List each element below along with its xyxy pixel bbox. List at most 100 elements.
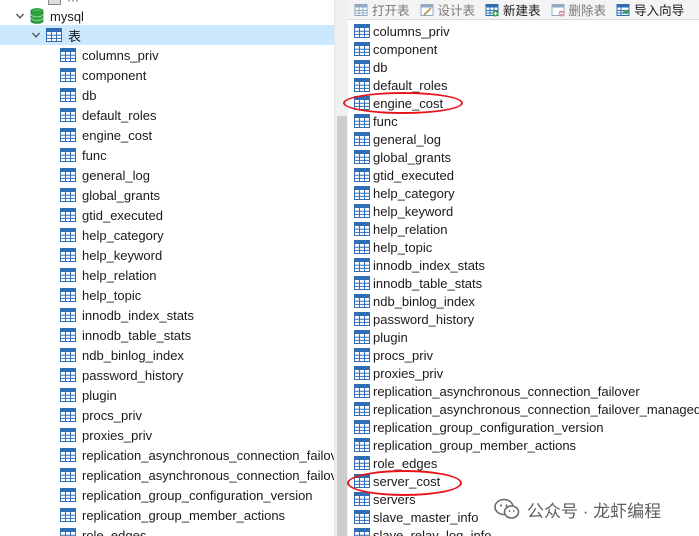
scrollbar-thumb[interactable]	[337, 116, 347, 536]
import-wizard-icon	[616, 3, 630, 16]
object-list-item[interactable]: help_topic	[354, 238, 699, 256]
open-table-button[interactable]: 打开表	[348, 1, 414, 19]
tree-item-table[interactable]: global_grants	[60, 185, 334, 205]
tree-item-table[interactable]: innodb_index_stats	[60, 305, 334, 325]
object-list-item[interactable]: server_cost	[354, 472, 699, 490]
table-icon	[60, 287, 76, 303]
object-list-item-label: slave_master_info	[373, 509, 479, 525]
tree-item-table[interactable]: proxies_priv	[60, 425, 334, 445]
tree-item-table[interactable]: component	[60, 65, 334, 85]
object-list-item-label: replication_group_member_actions	[373, 437, 577, 453]
tree-item-table[interactable]: replication_group_configuration_version	[60, 485, 334, 505]
object-list-item-label: help_category	[373, 185, 455, 201]
tree-item-table[interactable]: innodb_table_stats	[60, 325, 334, 345]
object-list-item[interactable]: replication_asynchronous_connection_fail…	[354, 382, 699, 400]
tree-item-table[interactable]: gtid_executed	[60, 205, 334, 225]
tree-item-table[interactable]: help_relation	[60, 265, 334, 285]
object-list-item[interactable]: default_roles	[354, 76, 699, 94]
tree-item-tables-folder[interactable]: 表	[0, 25, 334, 45]
object-list-item[interactable]: innodb_index_stats	[354, 256, 699, 274]
tree-item-table-label: innodb_table_stats	[82, 327, 192, 343]
object-list-item[interactable]: slave_relay_log_info	[354, 526, 699, 536]
tree-item-table[interactable]: engine_cost	[60, 125, 334, 145]
object-list-item-label: default_roles	[373, 77, 448, 93]
design-table-button[interactable]: 设计表	[414, 1, 480, 19]
tree-item-table[interactable]: replication_asynchronous_connection_fail…	[60, 465, 334, 485]
navigation-tree: ··· mysql 表 columns_priv component db defau…	[0, 0, 334, 536]
tree-item-table-label: replication_group_member_actions	[82, 507, 286, 523]
object-list-item[interactable]: plugin	[354, 328, 699, 346]
table-icon	[60, 527, 76, 536]
tree-item-table-label: role_edges	[82, 527, 147, 536]
object-list-item[interactable]: procs_priv	[354, 346, 699, 364]
object-list-item[interactable]: columns_priv	[354, 22, 699, 40]
tree-item-table[interactable]: replication_asynchronous_connection_fail…	[60, 445, 334, 465]
tree-item-table[interactable]: db	[60, 85, 334, 105]
tree-item-table[interactable]: password_history	[60, 365, 334, 385]
object-list-item[interactable]: role_edges	[354, 454, 699, 472]
tree-item-table[interactable]: plugin	[60, 385, 334, 405]
object-list-item-label: innodb_index_stats	[373, 257, 486, 273]
tree-item-table[interactable]: help_topic	[60, 285, 334, 305]
tree-item-table[interactable]: replication_group_member_actions	[60, 505, 334, 525]
chevron-down-icon[interactable]	[30, 29, 42, 41]
table-icon	[354, 131, 370, 147]
table-icon	[60, 127, 76, 143]
object-list-item-label: replication_group_configuration_version	[373, 419, 604, 435]
table-icon	[60, 87, 76, 103]
tree-item-table[interactable]: default_roles	[60, 105, 334, 125]
object-list-item[interactable]: replication_group_member_actions	[354, 436, 699, 454]
tree-item-table-label: password_history	[82, 367, 184, 383]
tree-item-table[interactable]: role_edges	[60, 525, 334, 536]
object-list-item[interactable]: help_keyword	[354, 202, 699, 220]
table-icon	[354, 167, 370, 183]
object-list-item-label: gtid_executed	[373, 167, 454, 183]
table-folder-icon	[46, 27, 62, 43]
object-list-item[interactable]: ndb_binlog_index	[354, 292, 699, 310]
tree-item-table[interactable]: general_log	[60, 165, 334, 185]
delete-table-button[interactable]: 删除表	[545, 1, 611, 19]
tree-item-table[interactable]: func	[60, 145, 334, 165]
table-icon	[60, 227, 76, 243]
design-table-label: 设计表	[437, 4, 476, 18]
object-list-item[interactable]: func	[354, 112, 699, 130]
chevron-down-icon[interactable]	[14, 10, 26, 22]
object-toolbar: 打开表 设计表 新建表 删除表 导入向导	[348, 0, 699, 20]
table-icon	[354, 509, 370, 525]
object-list-item[interactable]: global_grants	[354, 148, 699, 166]
import-wizard-label: 导入向导	[634, 4, 685, 18]
object-list-item[interactable]: replication_group_configuration_version	[354, 418, 699, 436]
table-icon	[354, 203, 370, 219]
object-list-item[interactable]: general_log	[354, 130, 699, 148]
object-list-item[interactable]: gtid_executed	[354, 166, 699, 184]
tree-item-table[interactable]: procs_priv	[60, 405, 334, 425]
object-list-item[interactable]: engine_cost	[354, 94, 699, 112]
object-list-item[interactable]: help_relation	[354, 220, 699, 238]
tree-item-table-label: procs_priv	[82, 407, 142, 423]
object-list-item-label: plugin	[373, 329, 408, 345]
tree-item-table-label: help_category	[82, 227, 164, 243]
object-list-item[interactable]: innodb_table_stats	[354, 274, 699, 292]
vertical-scrollbar[interactable]	[334, 0, 348, 536]
tree-item-table[interactable]: ndb_binlog_index	[60, 345, 334, 365]
tree-item-table[interactable]: help_keyword	[60, 245, 334, 265]
import-wizard-button[interactable]: 导入向导	[610, 1, 688, 19]
table-icon	[354, 527, 370, 536]
object-list-item[interactable]: password_history	[354, 310, 699, 328]
object-list-item[interactable]: db	[354, 58, 699, 76]
tree-item-table-label: proxies_priv	[82, 427, 153, 443]
tree-item-table[interactable]: columns_priv	[60, 45, 334, 65]
object-list-item[interactable]: proxies_priv	[354, 364, 699, 382]
object-list-item[interactable]: component	[354, 40, 699, 58]
object-list-item[interactable]: replication_asynchronous_connection_fail…	[354, 400, 699, 418]
watermark-text: 公众号 · 龙虾编程	[527, 501, 662, 521]
table-icon	[354, 311, 370, 327]
object-list: columns_priv component db default_roles engi…	[354, 22, 699, 536]
object-list-item[interactable]: help_category	[354, 184, 699, 202]
tree-item-table-label: general_log	[82, 167, 150, 183]
tree-item-table[interactable]: help_category	[60, 225, 334, 245]
table-icon	[354, 239, 370, 255]
tree-item-database[interactable]: mysql	[14, 6, 84, 26]
new-table-button[interactable]: 新建表	[479, 1, 545, 19]
tree-item-table-label: db	[82, 87, 97, 103]
